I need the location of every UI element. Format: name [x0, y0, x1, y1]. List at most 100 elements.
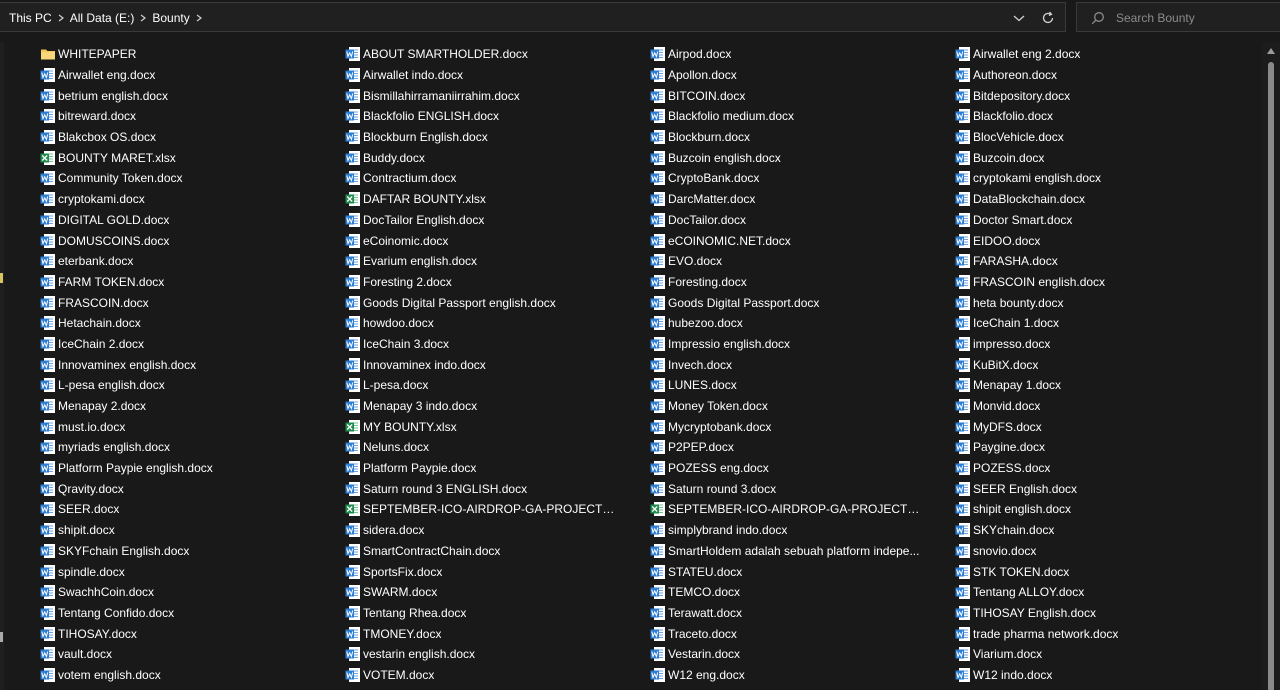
file-item[interactable]: Apollon.docx	[650, 65, 950, 86]
file-item[interactable]: vault.docx	[40, 644, 340, 665]
file-item[interactable]: Doctor Smart.docx	[955, 210, 1255, 231]
file-item[interactable]: SportsFix.docx	[345, 561, 645, 582]
file-item[interactable]: Blakcbox OS.docx	[40, 127, 340, 148]
file-item[interactable]: Buzcoin english.docx	[650, 147, 950, 168]
file-item[interactable]: DIGITAL GOLD.docx	[40, 210, 340, 231]
file-item[interactable]: SEPTEMBER-ICO-AIRDROP-GA-PROJECTS-201...	[345, 499, 645, 520]
file-item[interactable]: Mycryptobank.docx	[650, 416, 950, 437]
file-item[interactable]: eterbank.docx	[40, 251, 340, 272]
file-item[interactable]: EIDOO.docx	[955, 230, 1255, 251]
file-item[interactable]: Paygine.docx	[955, 437, 1255, 458]
address-history-button[interactable]	[1008, 3, 1030, 33]
file-item[interactable]: Buddy.docx	[345, 147, 645, 168]
file-item[interactable]: shipit english.docx	[955, 499, 1255, 520]
file-item[interactable]: Blackfolio ENGLISH.docx	[345, 106, 645, 127]
file-item[interactable]: LUNES.docx	[650, 375, 950, 396]
file-item[interactable]: snovio.docx	[955, 541, 1255, 562]
file-item[interactable]: W12 eng.docx	[650, 665, 950, 686]
file-item[interactable]: cryptokami english.docx	[955, 168, 1255, 189]
file-item[interactable]: heta bounty.docx	[955, 292, 1255, 313]
file-item[interactable]: TMONEY.docx	[345, 623, 645, 644]
file-item[interactable]: Buzcoin.docx	[955, 147, 1255, 168]
file-item[interactable]: TIHOSAY English.docx	[955, 603, 1255, 624]
file-item[interactable]: BITCOIN.docx	[650, 85, 950, 106]
file-item[interactable]: DocTailor English.docx	[345, 210, 645, 231]
file-item[interactable]: DOMUSCOINS.docx	[40, 230, 340, 251]
search-input[interactable]: Search Bounty	[1076, 2, 1280, 32]
file-item[interactable]: KuBitX.docx	[955, 354, 1255, 375]
navigation-pane-edge[interactable]	[0, 42, 4, 690]
file-item[interactable]: hubezoo.docx	[650, 313, 950, 334]
file-item[interactable]: Goods Digital Passport.docx	[650, 292, 950, 313]
file-item[interactable]: votem english.docx	[40, 665, 340, 686]
address-bar[interactable]: This PC All Data (E:) Bounty	[0, 2, 1066, 32]
chevron-right-icon[interactable]	[52, 3, 70, 33]
file-item[interactable]: trade pharma network.docx	[955, 623, 1255, 644]
file-item[interactable]: bitreward.docx	[40, 106, 340, 127]
file-item[interactable]: FRASCOIN english.docx	[955, 272, 1255, 293]
file-item[interactable]: CryptoBank.docx	[650, 168, 950, 189]
file-item[interactable]: sidera.docx	[345, 520, 645, 541]
file-item[interactable]: howdoo.docx	[345, 313, 645, 334]
file-item[interactable]: Traceto.docx	[650, 623, 950, 644]
file-item[interactable]: Hetachain.docx	[40, 313, 340, 334]
file-item[interactable]: VOTEM.docx	[345, 665, 645, 686]
breadcrumb-bounty[interactable]: Bounty	[152, 11, 189, 25]
file-item[interactable]: Innovaminex indo.docx	[345, 354, 645, 375]
file-item[interactable]: SEPTEMBER-ICO-AIRDROP-GA-PROJECTS-201...	[650, 499, 950, 520]
file-item[interactable]: Platform Paypie.docx	[345, 458, 645, 479]
file-item[interactable]: Saturn round 3.docx	[650, 478, 950, 499]
file-item[interactable]: Tentang Confido.docx	[40, 603, 340, 624]
file-item[interactable]: DarcMatter.docx	[650, 189, 950, 210]
file-item[interactable]: DAFTAR BOUNTY.xlsx	[345, 189, 645, 210]
file-item[interactable]: Terawatt.docx	[650, 603, 950, 624]
file-item[interactable]: eCOINOMIC.NET.docx	[650, 230, 950, 251]
file-item[interactable]: Menapay 3 indo.docx	[345, 396, 645, 417]
file-item[interactable]: TEMCO.docx	[650, 582, 950, 603]
file-item[interactable]: Money Token.docx	[650, 396, 950, 417]
file-item[interactable]: Blockburn.docx	[650, 127, 950, 148]
file-item[interactable]: Impressio english.docx	[650, 334, 950, 355]
file-item[interactable]: Community Token.docx	[40, 168, 340, 189]
scrollbar-thumb[interactable]	[1268, 62, 1274, 690]
file-item[interactable]: Platform Paypie english.docx	[40, 458, 340, 479]
file-item[interactable]: impresso.docx	[955, 334, 1255, 355]
file-item[interactable]: Tentang ALLOY.docx	[955, 582, 1255, 603]
file-item[interactable]: Foresting 2.docx	[345, 272, 645, 293]
file-item[interactable]: MY BOUNTY.xlsx	[345, 416, 645, 437]
file-item[interactable]: FARM TOKEN.docx	[40, 272, 340, 293]
file-item[interactable]: cryptokami.docx	[40, 189, 340, 210]
file-item[interactable]: EVO.docx	[650, 251, 950, 272]
file-item[interactable]: SwachhCoin.docx	[40, 582, 340, 603]
chevron-right-icon[interactable]	[134, 3, 152, 33]
file-item[interactable]: STK TOKEN.docx	[955, 561, 1255, 582]
file-item[interactable]: Tentang Rhea.docx	[345, 603, 645, 624]
file-item[interactable]: Invech.docx	[650, 354, 950, 375]
file-item[interactable]: WHITEPAPER	[40, 44, 340, 65]
file-item[interactable]: FARASHA.docx	[955, 251, 1255, 272]
vertical-scrollbar[interactable]	[1262, 42, 1280, 690]
file-item[interactable]: vestarin english.docx	[345, 644, 645, 665]
file-item[interactable]: FRASCOIN.docx	[40, 292, 340, 313]
file-item[interactable]: MyDFS.docx	[955, 416, 1255, 437]
file-item[interactable]: SEER.docx	[40, 499, 340, 520]
refresh-button[interactable]	[1036, 3, 1060, 33]
file-item[interactable]: Menapay 1.docx	[955, 375, 1255, 396]
file-item[interactable]: Airpod.docx	[650, 44, 950, 65]
breadcrumb-all-data[interactable]: All Data (E:)	[70, 11, 135, 25]
file-item[interactable]: Neluns.docx	[345, 437, 645, 458]
file-item[interactable]: BlocVehicle.docx	[955, 127, 1255, 148]
file-item[interactable]: Goods Digital Passport english.docx	[345, 292, 645, 313]
file-item[interactable]: ABOUT SMARTHOLDER.docx	[345, 44, 645, 65]
file-item[interactable]: SmartContractChain.docx	[345, 541, 645, 562]
file-item[interactable]: BOUNTY MARET.xlsx	[40, 147, 340, 168]
file-item[interactable]: shipit.docx	[40, 520, 340, 541]
file-item[interactable]: Vestarin.docx	[650, 644, 950, 665]
scroll-up-arrow-icon[interactable]	[1267, 48, 1275, 54]
file-item[interactable]: spindle.docx	[40, 561, 340, 582]
file-item[interactable]: myriads english.docx	[40, 437, 340, 458]
file-item[interactable]: simplybrand indo.docx	[650, 520, 950, 541]
file-item[interactable]: Evarium english.docx	[345, 251, 645, 272]
file-item[interactable]: Blackfolio.docx	[955, 106, 1255, 127]
breadcrumb-this-pc[interactable]: This PC	[9, 11, 52, 25]
